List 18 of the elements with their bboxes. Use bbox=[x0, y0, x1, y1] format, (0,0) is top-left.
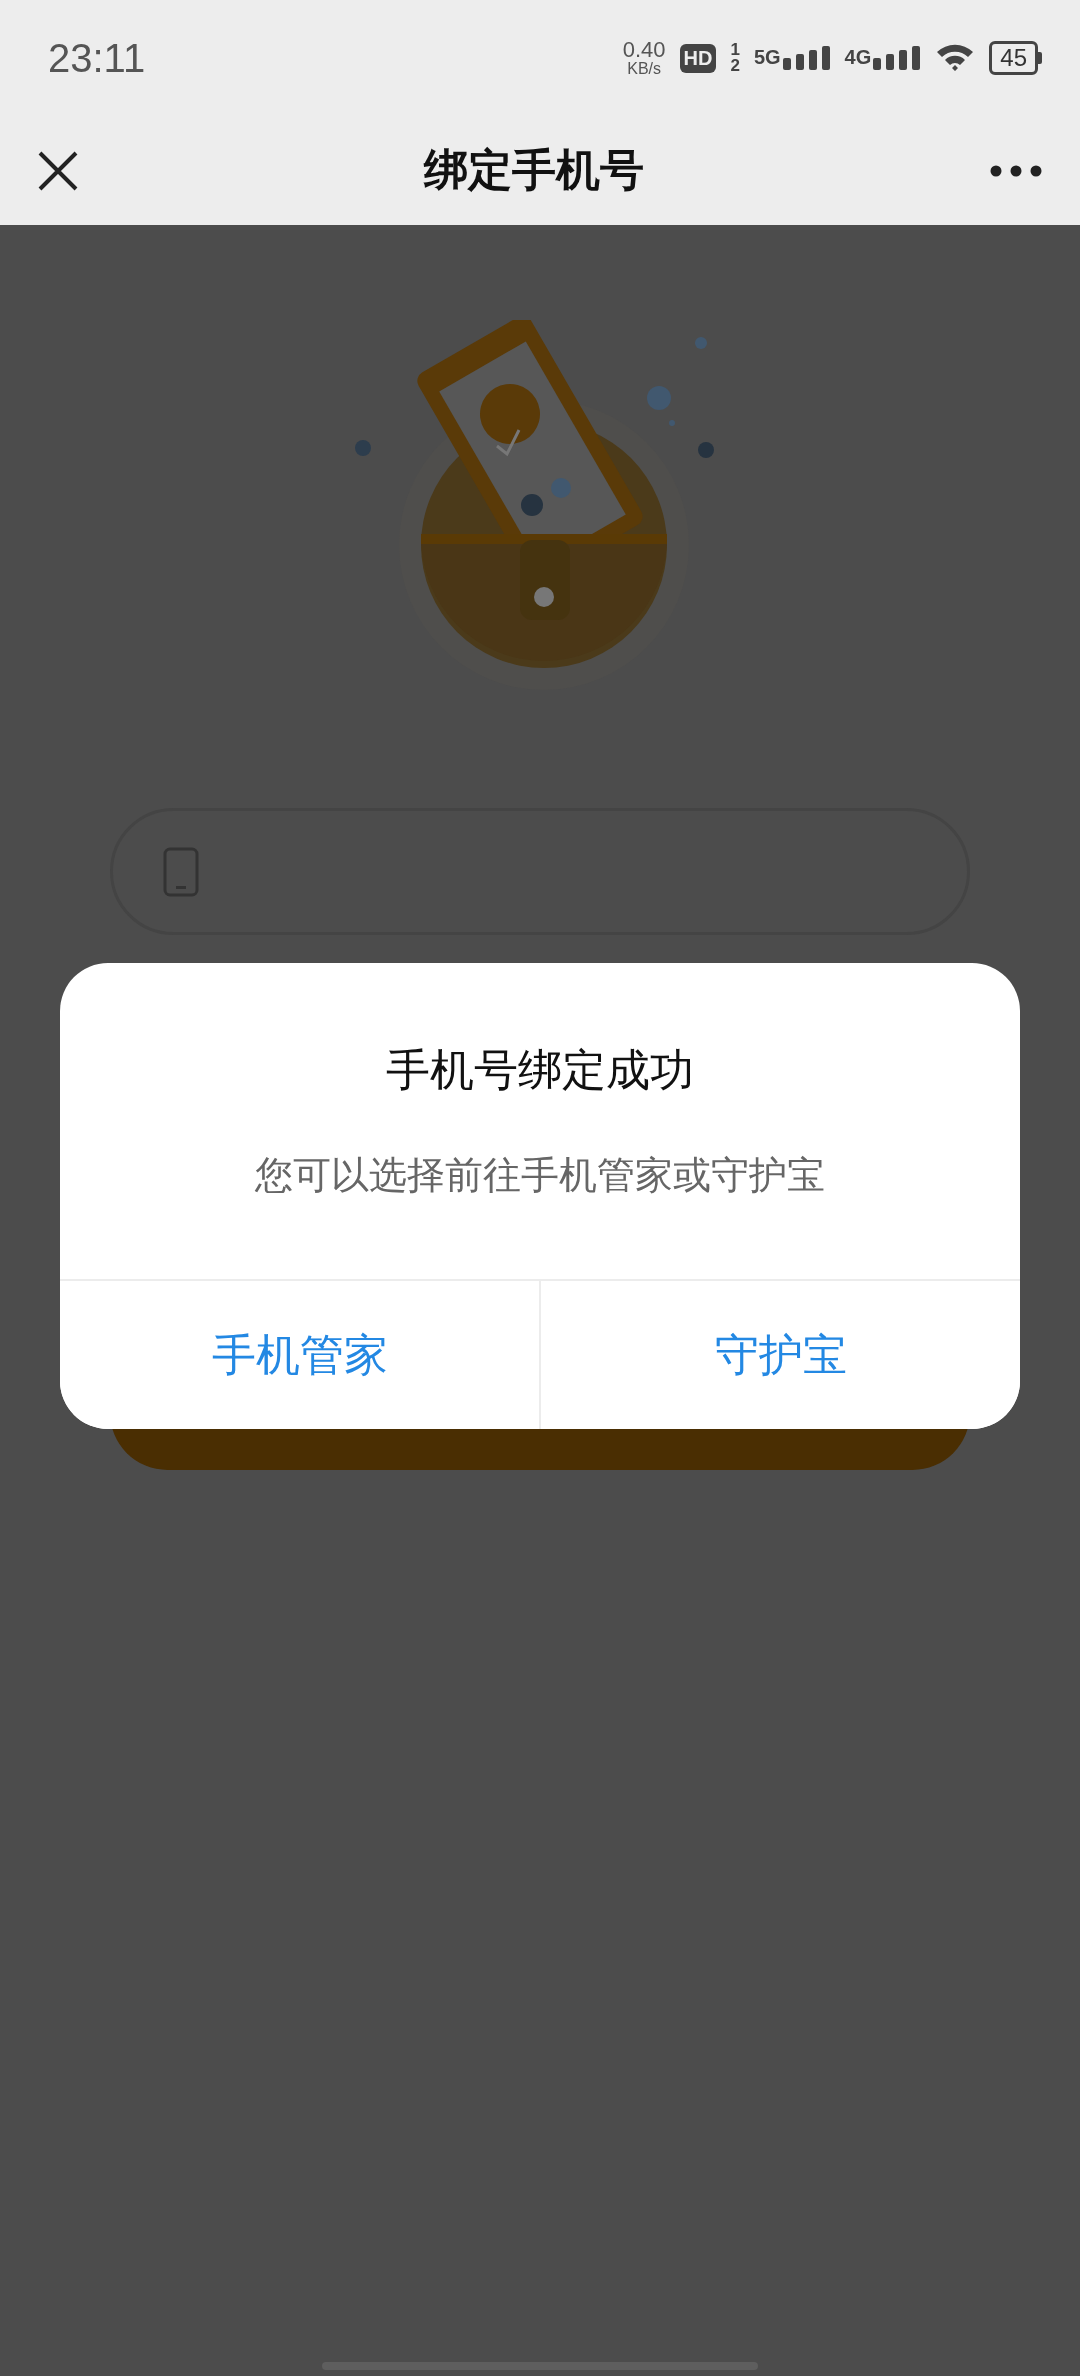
close-icon bbox=[38, 150, 78, 191]
hd-badge: HD bbox=[679, 43, 717, 73]
dialog-message: 您可以选择前往手机管家或守护宝 bbox=[255, 1152, 825, 1199]
network-speed: 0.40 KB/s bbox=[622, 39, 666, 77]
dialog-button[interactable]: 守护宝 bbox=[539, 1281, 1020, 1429]
sim-number: 2 bbox=[730, 58, 740, 75]
network-type: 5G bbox=[753, 46, 781, 69]
phone-field[interactable] bbox=[110, 808, 970, 935]
dialog-title: 手机号绑定成功 bbox=[386, 1043, 694, 1097]
network-type: 4G bbox=[844, 46, 872, 69]
phone-icon bbox=[163, 846, 199, 897]
status-time: 23:11 bbox=[48, 35, 146, 81]
signal-icon bbox=[782, 46, 831, 70]
sim-number: 1 bbox=[730, 41, 740, 58]
more-icon bbox=[990, 164, 1042, 177]
wifi-icon bbox=[935, 42, 976, 74]
page-title: 绑定手机号 bbox=[424, 143, 644, 197]
signal-icon bbox=[873, 46, 922, 70]
